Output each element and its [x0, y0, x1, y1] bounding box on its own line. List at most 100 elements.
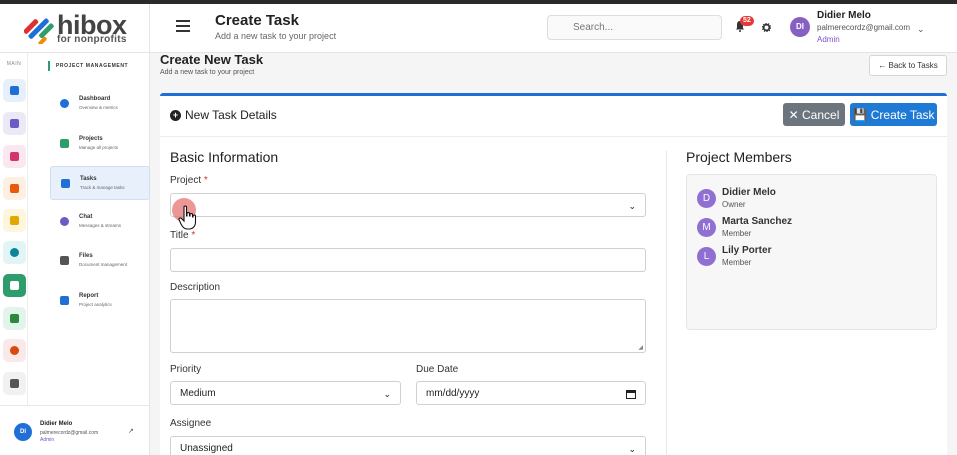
- hand-cursor-icon: [178, 205, 197, 230]
- menu-toggle-icon[interactable]: [176, 20, 190, 32]
- sidebar-section-label: PROJECT MANAGEMENT: [48, 61, 128, 71]
- assignee-label: Assignee: [170, 418, 212, 429]
- close-icon: ✕: [788, 107, 799, 122]
- sidebar-item-description: Project analytics: [79, 302, 112, 307]
- user-name: Didier Melo: [817, 10, 871, 21]
- sitemap-icon: [10, 119, 19, 128]
- sidebar-item-label: Chat: [79, 214, 93, 220]
- due-date-placeholder: mm/dd/yyyy: [426, 388, 480, 399]
- project-label: Project *: [170, 175, 208, 186]
- avatar: L: [697, 247, 716, 266]
- settings-icon[interactable]: [762, 23, 771, 32]
- sidebar-item-description: Messages & streams: [79, 223, 122, 228]
- avatar: DI: [14, 423, 32, 441]
- chevron-down-icon: ⌄: [628, 444, 636, 454]
- sidebar-item-tasks[interactable]: Tasks Track & manage tasks: [50, 166, 150, 200]
- back-button-label: Back to Tasks: [888, 61, 938, 70]
- required-mark: *: [203, 175, 208, 186]
- chevron-down-icon[interactable]: ⌄: [917, 24, 925, 35]
- files-icon: [60, 256, 69, 265]
- column-divider: [666, 151, 667, 455]
- rail-building-button[interactable]: [3, 177, 26, 200]
- member-name: Lily Porter: [722, 245, 772, 256]
- circle-icon: [10, 248, 19, 257]
- assignee-select-value: Unassigned: [180, 443, 233, 454]
- member-role: Owner: [722, 200, 746, 209]
- sidebar-item-label: Dashboard: [79, 96, 111, 102]
- rail-tasks-button[interactable]: [3, 274, 26, 297]
- calendar-icon[interactable]: [626, 389, 636, 399]
- cancel-button[interactable]: ✕ Cancel: [783, 103, 845, 126]
- users-icon: [10, 314, 19, 323]
- task-form-card: + New Task Details ✕ Cancel 💾 Create Tas…: [160, 93, 947, 455]
- user-role: Admin: [40, 437, 55, 443]
- chevron-down-icon: ⌄: [383, 389, 391, 399]
- title-label-text: Title: [170, 230, 189, 241]
- sidebar-item-projects[interactable]: Projects Manage all projects: [50, 127, 150, 161]
- logo[interactable]: hibox for nonprofits: [0, 4, 150, 53]
- member-role: Member: [722, 229, 752, 238]
- rail-chart-pie-button[interactable]: [3, 339, 26, 362]
- home-icon: [10, 86, 19, 95]
- user-email: palmerecordz@gmail.com: [817, 23, 911, 32]
- rail-sitemap-button[interactable]: [3, 112, 26, 135]
- sidebar-item-description: Track & manage tasks: [80, 185, 125, 190]
- notification-badge: 52: [740, 16, 754, 26]
- section-heading-basic: Basic Information: [170, 149, 279, 165]
- chat-icon: [60, 217, 69, 226]
- sidebar-item-description: Overview & metrics: [79, 105, 118, 110]
- search-input[interactable]: [547, 15, 722, 40]
- sidebar-item-label: Files: [79, 253, 93, 259]
- rail-circle-button[interactable]: [3, 241, 26, 264]
- assignee-select[interactable]: Unassigned ⌄: [170, 436, 646, 455]
- due-date-label: Due Date: [416, 364, 459, 375]
- plus-circle-icon: +: [170, 110, 181, 121]
- rail-rocket-button[interactable]: [3, 145, 26, 168]
- project-label-text: Project: [170, 175, 202, 186]
- external-link-icon[interactable]: ↗: [128, 427, 134, 435]
- tasks-icon: [61, 179, 70, 188]
- sidebar: PROJECT MANAGEMENT Dashboard Overview & m…: [28, 53, 150, 405]
- sidebar-item-label: Projects: [79, 136, 103, 142]
- description-field[interactable]: ◢: [170, 299, 646, 353]
- rail-graduation-button[interactable]: [3, 209, 26, 232]
- card-header: + New Task Details ✕ Cancel 💾 Create Tas…: [160, 96, 947, 137]
- chart-pie-icon: [10, 346, 19, 355]
- due-date-field[interactable]: mm/dd/yyyy: [416, 381, 646, 405]
- sidebar-item-label: Report: [79, 293, 99, 299]
- projects-icon: [60, 139, 69, 148]
- back-to-tasks-button[interactable]: ← Back to Tasks: [869, 55, 947, 76]
- section-heading-members: Project Members: [686, 149, 792, 165]
- top-header: Create Task Add a new task to your proje…: [150, 4, 957, 53]
- title-field[interactable]: [170, 248, 646, 272]
- cancel-label: Cancel: [802, 107, 840, 122]
- avatar[interactable]: DI: [790, 17, 810, 37]
- chevron-down-icon: ⌄: [628, 201, 636, 211]
- building-icon: [10, 184, 19, 193]
- sidebar-item-files[interactable]: Files Document management: [50, 244, 150, 278]
- rail-users-button[interactable]: [3, 307, 26, 330]
- create-task-button[interactable]: 💾 Create Task: [850, 103, 937, 126]
- arrow-left-icon: ←: [878, 61, 887, 70]
- priority-select[interactable]: Medium ⌄: [170, 381, 401, 405]
- report-icon: [60, 296, 69, 305]
- rail-gear-button[interactable]: [3, 372, 26, 395]
- page-title: Create New Task: [160, 52, 264, 67]
- sidebar-item-description: Manage all projects: [79, 145, 119, 150]
- priority-select-value: Medium: [180, 388, 216, 399]
- user-name: Didier Melo: [40, 421, 73, 427]
- page-subtitle: Add a new task to your project: [160, 69, 255, 76]
- rail-home-button[interactable]: [3, 79, 26, 102]
- project-select[interactable]: ⌄: [170, 193, 646, 217]
- rail-section-label: MAIN: [6, 61, 22, 67]
- list-item: L Lily Porter Member: [697, 244, 927, 272]
- sidebar-item-dashboard[interactable]: Dashboard Overview & metrics: [50, 87, 150, 121]
- user-email: palmerecordz@gmail.com: [40, 430, 99, 436]
- sidebar-item-report[interactable]: Report Project analytics: [50, 284, 150, 318]
- member-name: Didier Melo: [722, 187, 776, 198]
- icon-rail: MAIN: [0, 53, 28, 405]
- resize-handle-icon[interactable]: ◢: [638, 344, 643, 351]
- sidebar-item-chat[interactable]: Chat Messages & streams: [50, 205, 150, 239]
- gear-icon: [10, 379, 19, 388]
- brand-tagline: for nonprofits: [57, 34, 127, 45]
